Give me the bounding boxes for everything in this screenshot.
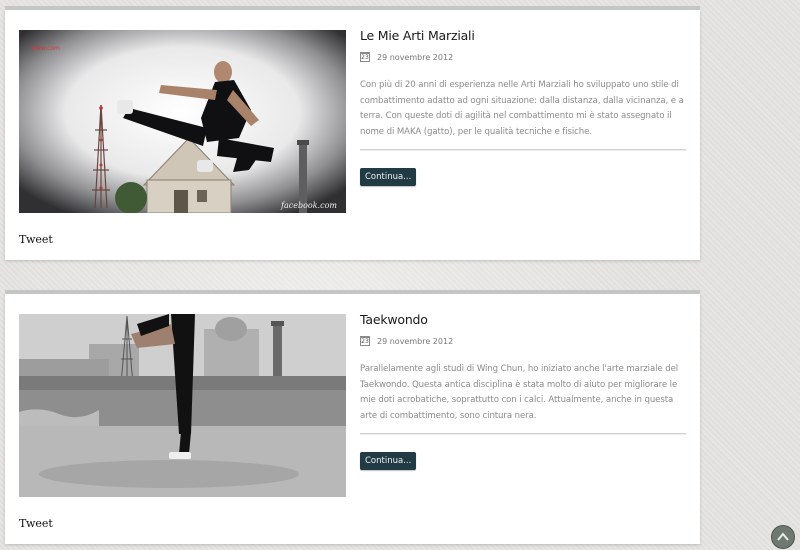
post-title[interactable]: Le Mie Arti Marziali (360, 28, 475, 43)
post-thumbnail[interactable]: www.com facebook.com (19, 30, 346, 213)
image-corner-text: www.com (31, 45, 60, 52)
post-date: 23 29 novembre 2012 (360, 52, 453, 62)
martial-arts-kick-photo: www.com facebook.com (19, 30, 346, 213)
chevron-up-icon (777, 532, 789, 541)
calendar-icon: 23 (360, 52, 370, 62)
post-thumbnail[interactable] (19, 314, 346, 497)
read-more-button[interactable]: Continua... (360, 452, 417, 470)
calendar-icon: 23 (360, 336, 370, 346)
back-to-top-button[interactable] (771, 525, 795, 549)
blog-post-card: www.com facebook.com Le Mie Arti Marzial… (5, 6, 700, 260)
divider (360, 149, 686, 151)
post-date-text: 29 novembre 2012 (377, 52, 454, 62)
post-date-text: 29 novembre 2012 (377, 336, 454, 346)
tweet-button[interactable]: Tweet (19, 517, 53, 530)
taekwondo-kick-photo (19, 314, 346, 497)
post-date: 23 29 novembre 2012 (360, 336, 453, 346)
post-excerpt: Con più di 20 anni di esperienza nelle A… (360, 80, 684, 137)
image-watermark: facebook.com (280, 201, 337, 210)
blog-post-card: Taekwondo 23 29 novembre 2012 Parallelam… (5, 290, 700, 544)
post-excerpt: Parallelamente agli studi di Wing Chun, … (360, 364, 679, 421)
post-title[interactable]: Taekwondo (360, 312, 428, 327)
read-more-button[interactable]: Continua... (360, 168, 417, 186)
divider (360, 433, 686, 435)
tweet-button[interactable]: Tweet (19, 233, 53, 246)
